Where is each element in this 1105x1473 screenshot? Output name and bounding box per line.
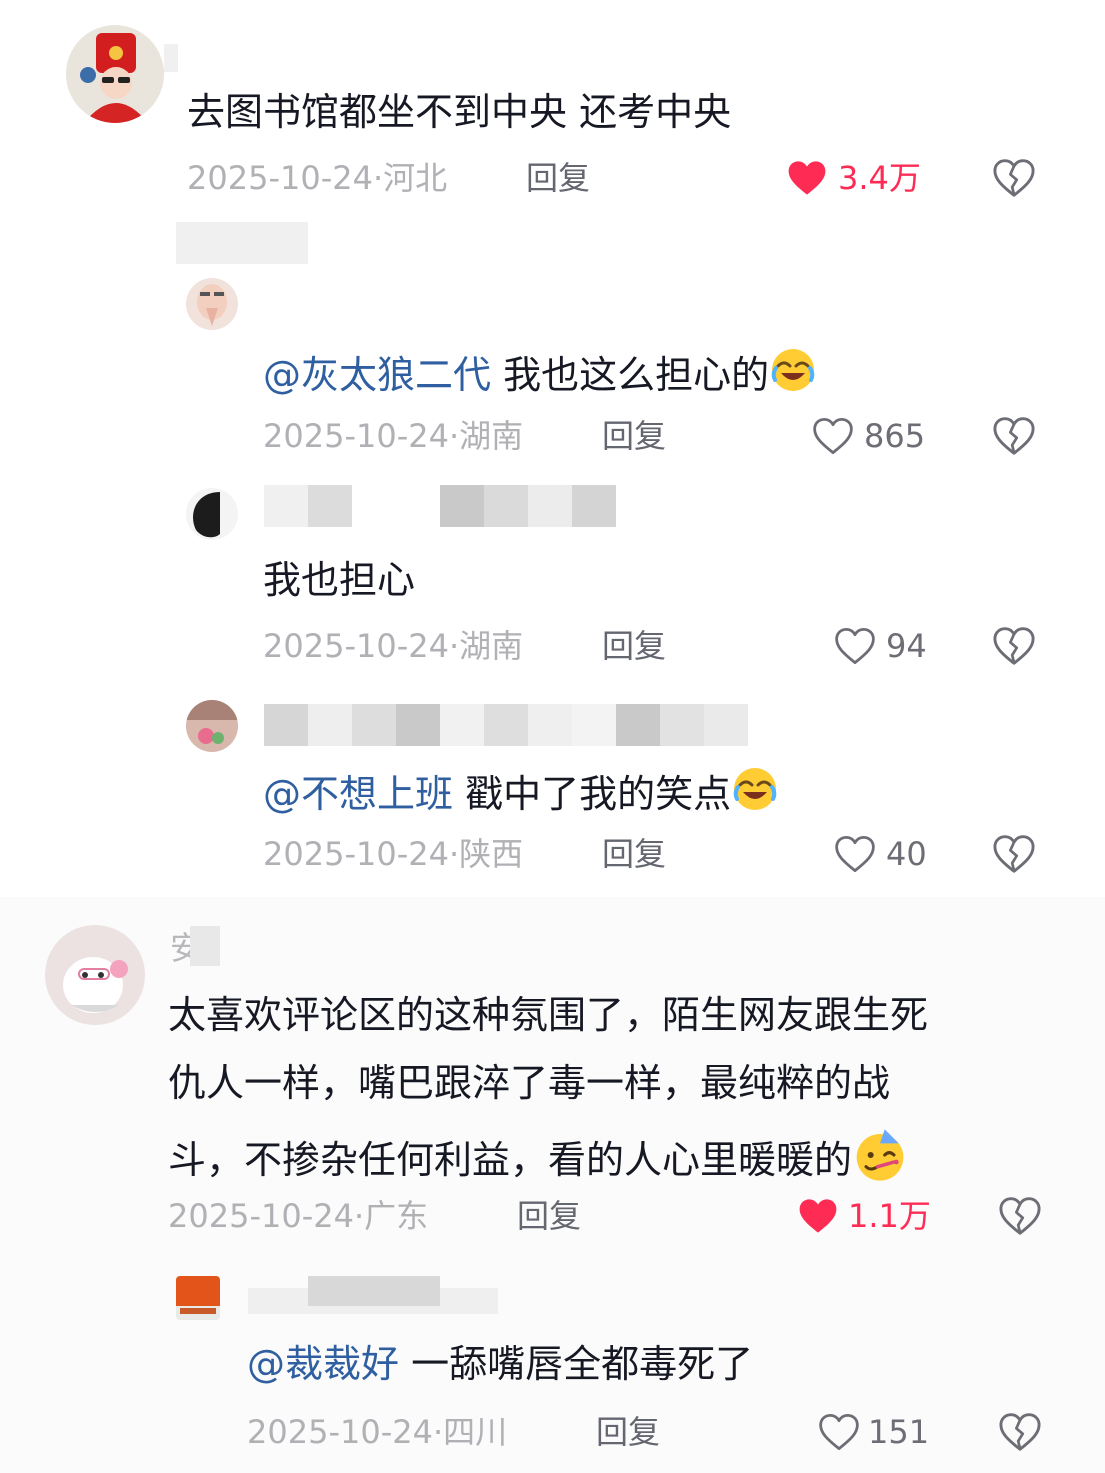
mention-link[interactable]: @裁裁好 — [247, 1342, 399, 1386]
reply-button[interactable]: 回复 — [602, 416, 666, 456]
reply-date-location: 2025-10-24·四川 — [247, 1412, 507, 1452]
broken-heart-icon[interactable] — [992, 416, 1036, 456]
username-placeholder — [308, 1276, 440, 1306]
comment-date: 2025-10-24 — [187, 159, 373, 197]
username-placeholder — [396, 704, 440, 746]
like-count: 151 — [868, 1413, 930, 1451]
avatar[interactable] — [186, 700, 238, 752]
reply-content: 戳中了我的笑点 — [465, 772, 732, 816]
reply-location: 湖南 — [459, 627, 524, 665]
username-placeholder — [528, 485, 572, 527]
heart-icon[interactable] — [786, 158, 828, 198]
avatar[interactable] — [186, 488, 238, 540]
comment-date-location: 2025-10-24·河北 — [187, 158, 447, 198]
username-placeholder — [484, 485, 528, 527]
reply-location: 湖南 — [459, 417, 524, 455]
rofl-face-icon — [731, 765, 779, 813]
reply-date-location: 2025-10-24·陕西 — [263, 834, 523, 874]
broken-heart-icon[interactable] — [992, 834, 1036, 874]
meta-dot: · — [353, 1197, 365, 1235]
username-placeholder — [660, 704, 704, 746]
username-placeholder — [528, 704, 572, 746]
broken-heart-icon[interactable] — [992, 158, 1036, 198]
username-placeholder — [352, 704, 396, 746]
reply-button[interactable]: 回复 — [596, 1412, 660, 1452]
comment-location: 河北 — [383, 159, 448, 197]
meta-dot: · — [432, 1413, 444, 1451]
reply-date-location: 2025-10-24·湖南 — [263, 416, 523, 456]
reply-date: 2025-10-24 — [263, 627, 449, 665]
username-placeholder — [308, 485, 352, 527]
reply-date-location: 2025-10-24·湖南 — [263, 626, 523, 666]
username-placeholder — [264, 704, 308, 746]
like-count: 40 — [886, 835, 927, 873]
reply-button[interactable]: 回复 — [602, 626, 666, 666]
avatar[interactable] — [176, 1276, 220, 1320]
username-placeholder — [264, 485, 308, 527]
reply-button[interactable]: 回复 — [526, 158, 590, 198]
reply-text: @不想上班 戳中了我的笑点 — [263, 765, 779, 818]
like-count: 865 — [864, 417, 926, 455]
comment-text-line: 仇人一样，嘴巴跟淬了毒一样，最纯粹的战 — [168, 1061, 891, 1105]
comment-location: 广东 — [364, 1197, 429, 1235]
avatar[interactable] — [45, 925, 145, 1025]
comment-text-line-content: 斗，不掺杂任何利益，看的人心里暖暖的 — [168, 1138, 853, 1182]
broken-heart-icon[interactable] — [998, 1412, 1042, 1452]
meta-dot: · — [372, 159, 384, 197]
reply-content: 一舔嘴唇全都毒死了 — [411, 1342, 754, 1386]
username-placeholder — [308, 704, 352, 746]
username-placeholder — [190, 926, 220, 966]
redacted-strip — [176, 222, 308, 264]
like-count: 1.1万 — [848, 1197, 931, 1235]
username-placeholder — [616, 704, 660, 746]
username-placeholder — [704, 704, 748, 746]
reply-date: 2025-10-24 — [263, 417, 449, 455]
reply-button[interactable]: 回复 — [602, 834, 666, 874]
heart-icon[interactable] — [812, 416, 854, 456]
meta-dot: · — [448, 417, 460, 455]
party-face-icon — [852, 1127, 908, 1183]
heart-icon[interactable] — [834, 626, 876, 666]
username-placeholder — [440, 485, 484, 527]
heart-icon[interactable] — [818, 1412, 860, 1452]
meta-dot: · — [448, 835, 460, 873]
username-placeholder — [572, 485, 616, 527]
reply-button[interactable]: 回复 — [517, 1196, 581, 1236]
reply-date: 2025-10-24 — [247, 1413, 433, 1451]
heart-icon[interactable] — [797, 1196, 839, 1236]
comment-date: 2025-10-24 — [168, 1197, 354, 1235]
avatar[interactable] — [186, 278, 238, 330]
mention-link[interactable]: @灰太狼二代 — [263, 353, 491, 397]
username-placeholder — [572, 704, 616, 746]
mention-link[interactable]: @不想上班 — [263, 772, 453, 816]
like-count: 3.4万 — [838, 159, 921, 197]
avatar[interactable] — [66, 25, 164, 123]
username-placeholder — [164, 44, 178, 72]
username-placeholder — [484, 704, 528, 746]
reply-location: 四川 — [443, 1413, 508, 1451]
reply-text: @裁裁好 一舔嘴唇全都毒死了 — [247, 1340, 753, 1388]
heart-icon[interactable] — [834, 834, 876, 874]
broken-heart-icon[interactable] — [998, 1196, 1042, 1236]
reply-content: 我也这么担心的 — [503, 353, 770, 397]
reply-date: 2025-10-24 — [263, 835, 449, 873]
username-placeholder — [440, 704, 484, 746]
like-count: 94 — [886, 627, 927, 665]
reply-text: @灰太狼二代 我也这么担心的 — [263, 346, 817, 399]
comment-text-line: 太喜欢评论区的这种氛围了，陌生网友跟生死 — [168, 993, 929, 1037]
comment-date-location: 2025-10-24·广东 — [168, 1196, 428, 1236]
rofl-face-icon — [769, 346, 817, 394]
broken-heart-icon[interactable] — [992, 626, 1036, 666]
reply-text: 我也担心 — [263, 558, 416, 602]
meta-dot: · — [448, 627, 460, 665]
comment-text-line: 斗，不掺杂任何利益，看的人心里暖暖的 — [168, 1127, 908, 1184]
reply-location: 陕西 — [459, 835, 524, 873]
comment-text: 去图书馆都坐不到中央 还考中央 — [187, 90, 732, 134]
